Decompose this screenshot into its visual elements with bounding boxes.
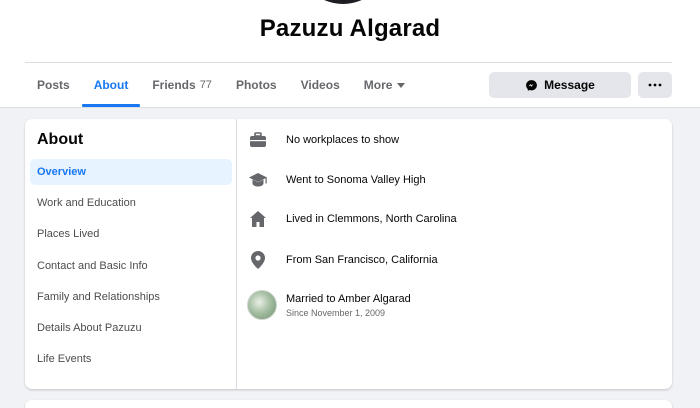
location-pin-icon — [247, 250, 269, 270]
briefcase-icon — [247, 130, 269, 150]
relationship-text[interactable]: Married to Amber Algarad — [286, 293, 411, 305]
education-text: Went to Sonoma Valley High — [286, 174, 426, 186]
about-card: About Overview Work and Education Places… — [25, 119, 672, 389]
more-dots-icon — [648, 83, 662, 87]
tab-about[interactable]: About — [81, 63, 141, 107]
tab-label: Friends — [152, 78, 196, 92]
sidebar-item-contact-info[interactable]: Contact and Basic Info — [30, 253, 232, 279]
profile-picture[interactable] — [293, 0, 393, 8]
sidebar-item-life-events[interactable]: Life Events — [30, 346, 232, 372]
work-text: No workplaces to show — [286, 134, 400, 146]
info-row-work: No workplaces to show — [247, 130, 399, 150]
more-options-button[interactable] — [638, 72, 672, 98]
sidebar-item-overview[interactable]: Overview — [30, 159, 232, 185]
message-button-label: Message — [544, 78, 595, 92]
spouse-avatar[interactable] — [247, 290, 277, 320]
next-card — [25, 400, 672, 408]
about-sidebar-list: Overview Work and Education Places Lived… — [30, 159, 232, 377]
sidebar-item-places-lived[interactable]: Places Lived — [30, 221, 232, 247]
tab-label: Photos — [235, 78, 277, 92]
tab-more[interactable]: More — [352, 63, 418, 107]
sidebar-item-details[interactable]: Details About Pazuzu — [30, 315, 232, 341]
sidebar-item-work-education[interactable]: Work and Education — [30, 190, 232, 216]
profile-name: Pazuzu Algarad — [259, 15, 441, 42]
message-button[interactable]: Message — [489, 72, 631, 98]
profile-tabs: Posts About Friends 77 Photos Videos More — [25, 63, 417, 107]
tab-friends[interactable]: Friends 77 — [140, 63, 224, 107]
from-text: From San Francisco, California — [286, 254, 438, 266]
tab-videos[interactable]: Videos — [289, 63, 352, 107]
tab-label: Videos — [300, 78, 340, 92]
graduation-cap-icon — [247, 170, 269, 190]
relationship-since: Since November 1, 2009 — [286, 307, 386, 318]
about-title: About — [37, 131, 84, 148]
profile-header: Pazuzu Algarad Posts About Friends 77 Pho… — [0, 0, 700, 108]
info-row-from: From San Francisco, California — [247, 250, 438, 270]
sidebar-item-family-relationships[interactable]: Family and Relationships — [30, 284, 232, 310]
tab-label: More — [363, 78, 393, 92]
messenger-icon — [526, 79, 538, 91]
relationship-text-group: Married to Amber Algarad Since November … — [286, 293, 411, 318]
lived-text: Lived in Clemmons, North Carolina — [286, 213, 457, 225]
info-row-education: Went to Sonoma Valley High — [247, 170, 426, 190]
tab-posts[interactable]: Posts — [25, 63, 82, 107]
friends-count: 77 — [199, 79, 212, 91]
tab-label: About — [93, 78, 129, 92]
about-sidebar: About Overview Work and Education Places… — [25, 119, 237, 389]
info-row-relationship: Married to Amber Algarad Since November … — [247, 290, 411, 320]
caret-down-icon — [397, 82, 406, 88]
tab-label: Posts — [37, 78, 70, 92]
about-overview: No workplaces to show Went to Sonoma Val… — [237, 119, 672, 389]
info-row-lived: Lived in Clemmons, North Carolina — [247, 209, 457, 229]
home-icon — [247, 209, 269, 229]
tab-photos[interactable]: Photos — [224, 63, 289, 107]
